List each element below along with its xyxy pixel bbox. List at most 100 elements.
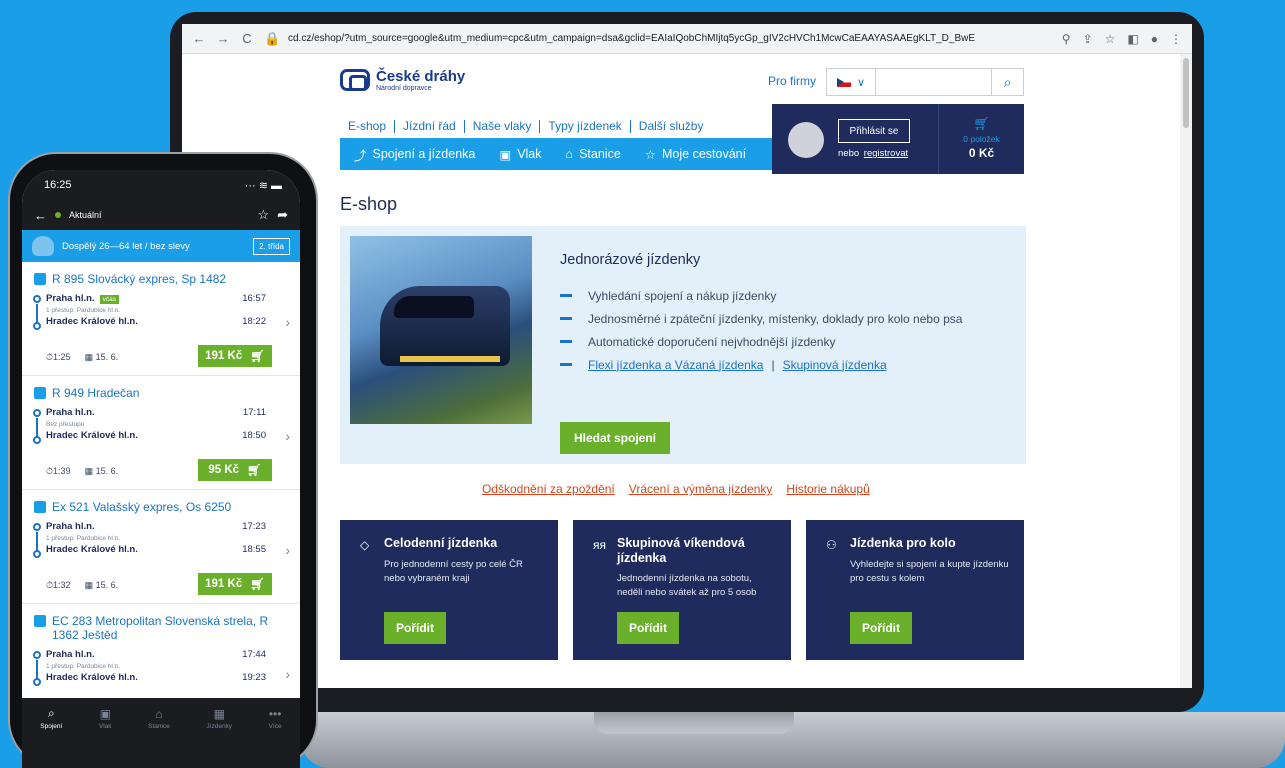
scrollbar[interactable] (1180, 54, 1192, 688)
cd-logo-icon (340, 69, 370, 91)
address-bar[interactable]: cd.cz/eshop/?utm_source=google&utm_mediu… (288, 33, 1052, 44)
porid-button[interactable]: Pořídit (617, 612, 679, 644)
subnav-spojeni[interactable]: ⤴ Spojení a jízdenka (354, 145, 475, 164)
app-bar: ← Aktuální ☆ ➦ (22, 200, 300, 230)
subnav-vlak[interactable]: ▣ Vlak (499, 147, 541, 162)
connection-item[interactable]: R 895 Slovácký expres, Sp 1482 Praha hl.… (22, 262, 300, 376)
tab-label: Jízdenky (206, 722, 233, 730)
subnav-moje-cestovani[interactable]: ☆ Moje cestování (645, 147, 746, 162)
scrollbar-thumb[interactable] (1183, 58, 1189, 128)
passenger-label: Dospělý 26—64 let / bez slevy (62, 240, 190, 252)
bike-icon: ⚇ (826, 538, 837, 552)
to-station: Hradec Králové hl.n. (46, 316, 138, 327)
profile-icon[interactable]: ● (1151, 32, 1158, 46)
tab-vice[interactable]: ••• Více (269, 707, 282, 730)
chevron-right-icon[interactable]: › (285, 542, 290, 558)
historie-link[interactable]: Historie nákupů (786, 482, 869, 496)
train-icon (34, 501, 46, 513)
on-time-badge: včas (99, 295, 119, 304)
chevron-right-icon[interactable]: › (285, 314, 290, 330)
class-badge[interactable]: 2. třída (253, 237, 290, 255)
topnav-eshop[interactable]: E-shop (348, 120, 396, 133)
search-input[interactable]: ⌕ (876, 68, 1024, 96)
register-prefix: nebo (838, 148, 860, 159)
flexi-link[interactable]: Flexi jízdenka a Vázaná jízdenka (588, 358, 763, 372)
transfer-info: 1 přestup: Pardubice hl.n. (46, 306, 121, 314)
browser-toolbar: ← → C 🔒 cd.cz/eshop/?utm_source=google&u… (182, 24, 1192, 54)
zoom-icon[interactable]: ⚲ (1062, 32, 1071, 46)
porid-button[interactable]: Pořídit (384, 612, 446, 644)
skupinova-link[interactable]: Skupinová jízdenka (783, 358, 887, 372)
porid-button[interactable]: Pořídit (850, 612, 912, 644)
register-text: nebo registrovat (838, 148, 908, 159)
date: ▦ 15. 6. (84, 466, 119, 476)
price-label: 191 Kč (205, 578, 243, 590)
menu-icon[interactable]: ⋮ (1170, 32, 1182, 46)
reload-icon[interactable]: C (240, 31, 254, 46)
duration: ⏱1:39 (46, 466, 71, 476)
lock-icon[interactable]: 🔒 (264, 31, 280, 47)
topnav-nase-vlaky[interactable]: Naše vlaky (465, 120, 541, 133)
share-icon[interactable]: ⇪ (1083, 32, 1093, 46)
from-station: Praha hl.n. (46, 407, 95, 418)
card-celodenni: ◇ Celodenní jízdenka Pro jednodenní cest… (340, 520, 558, 660)
language-select[interactable]: ∨ (826, 68, 876, 96)
buy-price-button[interactable]: 191 Kč 🛒︎ (198, 573, 272, 595)
card-title: Celodenní jízdenka (384, 536, 498, 550)
buy-price-button[interactable]: 191 Kč 🛒︎ (198, 345, 272, 367)
card-desc: Jednodenní jízdenka na sobotu, neděli ne… (617, 573, 757, 598)
tab-jizdenky[interactable]: ▦ Jízdenky (206, 707, 232, 730)
topnav-typy-jizdenek[interactable]: Typy jízdenek (540, 120, 631, 133)
dep-time: 17:44 (242, 649, 266, 660)
odskodneni-link[interactable]: Odškodnění za zpoždění (482, 482, 615, 496)
tab-spojeni[interactable]: ⌕ Spojení (40, 706, 62, 730)
topnav-jizdni-rad[interactable]: Jízdní řád (395, 120, 465, 133)
buy-price-button[interactable]: 95 Kč 🛒︎ (198, 459, 272, 481)
train-stripe (400, 356, 500, 362)
forward-icon[interactable]: → (216, 31, 230, 46)
chevron-down-icon: ∨ (856, 76, 866, 89)
tab-label: Stanice (148, 722, 170, 730)
subnav-stanice[interactable]: ⌂ Stanice (566, 147, 621, 161)
czech-flag-icon (836, 77, 851, 87)
price-label: 95 Kč (208, 464, 240, 476)
cd-logo[interactable]: České dráhy Národní dopravce (340, 68, 465, 92)
search-icon: ⌕ (47, 706, 55, 720)
phone-time: 16:25 (44, 179, 72, 191)
back-icon[interactable]: ← (192, 31, 206, 46)
from-station: Praha hl.n. (46, 521, 95, 532)
connection-title: EC 283 Metropolitan Slovenská strela, R … (52, 614, 269, 642)
service-links: Odškodnění za zpoždění Vrácení a výměna … (482, 482, 870, 496)
bookmark-star-icon[interactable]: ☆ (1105, 32, 1116, 46)
hledat-spojeni-button[interactable]: Hledat spojení (560, 422, 670, 454)
favorite-star-icon[interactable]: ☆ (257, 207, 269, 223)
price-label: 191 Kč (205, 350, 243, 362)
pro-firmy-link[interactable]: Pro firmy (768, 74, 816, 88)
search-icon[interactable]: ⌕ (991, 69, 1023, 95)
topnav-dalsi-sluzby[interactable]: Další služby (631, 120, 712, 133)
connection-item[interactable]: Ex 521 Valašský expres, Os 6250 Praha hl… (22, 490, 300, 604)
sidepanel-icon[interactable]: ◧ (1127, 32, 1138, 46)
tab-label: Vlak (98, 722, 112, 730)
connection-item[interactable]: R 949 Hradečan Praha hl.n. 17:11 Bez přes… (22, 376, 300, 490)
cart-sum: 0 Kč (968, 146, 995, 160)
cart-icon: 🛒︎ (973, 116, 990, 131)
connection-title: Ex 521 Valašský expres, Os 6250 (52, 500, 232, 514)
avatar (788, 122, 824, 158)
chevron-right-icon[interactable]: › (285, 428, 290, 444)
register-link[interactable]: registrovat (864, 148, 908, 159)
station-icon: ⌂ (565, 147, 574, 161)
url-path: /eshop/?utm_source=google&utm_medium=cpc… (311, 33, 976, 44)
cart-icon: 🛒︎ (250, 579, 265, 591)
tab-stanice[interactable]: ⌂ Stanice (148, 707, 170, 730)
vraceni-link[interactable]: Vrácení a výměna jízdenky (629, 482, 773, 496)
back-arrow-icon[interactable]: ← (34, 208, 47, 223)
passenger-bar[interactable]: Dospělý 26—64 let / bez slevy 2. třída (22, 230, 300, 262)
hero-bullet: Vyhledání spojení a nákup jízdenky (560, 284, 962, 307)
share-arrow-icon[interactable]: ➦ (277, 207, 288, 223)
cart-button[interactable]: 🛒︎ 0 položek 0 Kč (938, 104, 1024, 174)
card-title: Skupinová víkendová jízdenka (617, 536, 745, 565)
login-button[interactable]: Přihlásit se (838, 119, 910, 143)
chevron-right-icon[interactable]: › (285, 666, 290, 682)
tab-vlak[interactable]: ▣ Vlak (99, 707, 112, 730)
